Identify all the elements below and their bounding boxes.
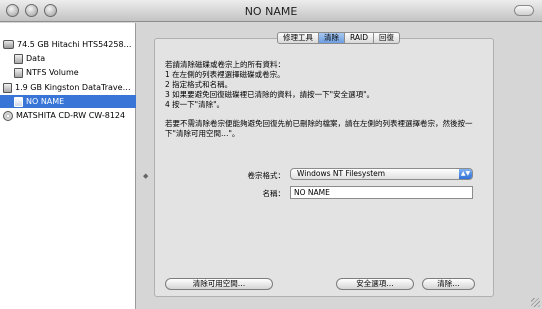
hard-disk-icon xyxy=(3,40,14,49)
sidebar-item-cd-drive[interactable]: MATSHITA CD-RW CW-8124 xyxy=(0,109,136,122)
volume-icon xyxy=(14,67,23,78)
format-select-value: Windows NT Filesystem xyxy=(297,169,386,178)
sidebar-item-label: Data xyxy=(26,54,46,63)
resize-grip[interactable] xyxy=(531,298,540,307)
tab-bar: 修理工具 清除 RAID 回復 xyxy=(277,32,401,44)
security-options-button[interactable]: 安全選項… xyxy=(336,278,414,290)
erase-instructions: 若請清除磁碟或卷宗上的所有資料： 1 在左側的列表裡選擇磁碟或卷宗。 2 指定格… xyxy=(165,60,375,109)
tab-first-aid[interactable]: 修理工具 xyxy=(278,33,319,43)
sidebar-item-label: NO NAME xyxy=(26,97,65,106)
name-label: 名稱： xyxy=(262,189,286,198)
volume-icon xyxy=(14,96,23,107)
sidebar-item-label: NTFS Volume xyxy=(26,68,79,77)
sidebar-item-label: MATSHITA CD-RW CW-8124 xyxy=(16,111,126,120)
sidebar-item-kingston-drive[interactable]: 1.9 GB Kingston DataTrave… xyxy=(0,81,136,94)
tab-restore[interactable]: 回復 xyxy=(374,33,399,43)
erase-free-space-button[interactable]: 清除可用空間… xyxy=(165,278,273,290)
toolbar-toggle-button[interactable] xyxy=(514,5,534,16)
erase-free-space-note: 若要不需清除卷宗便能夠避免回復先前已刪除的檔案，請在左側的列表裡選擇卷宗，然後按… xyxy=(165,119,473,138)
optical-drive-icon xyxy=(3,110,13,121)
format-label: 卷宗格式： xyxy=(247,171,286,180)
sidebar-item-no-name-volume[interactable]: NO NAME xyxy=(0,95,136,108)
title-bar: NO NAME xyxy=(0,0,542,22)
usb-drive-icon xyxy=(3,82,12,93)
erase-button[interactable]: 清除… xyxy=(422,278,475,290)
window-title: NO NAME xyxy=(244,5,298,18)
disk-list-sidebar: 74.5 GB Hitachi HTS54258… Data NTFS Volu… xyxy=(0,23,136,309)
format-select[interactable]: Windows NT Filesystem ▲▼ xyxy=(290,168,473,180)
sidebar-item-label: 74.5 GB Hitachi HTS54258… xyxy=(17,40,132,49)
tab-raid[interactable]: RAID xyxy=(345,33,375,43)
sidebar-item-hitachi-disk[interactable]: 74.5 GB Hitachi HTS54258… xyxy=(0,38,136,51)
sidebar-item-data-volume[interactable]: Data xyxy=(0,52,136,65)
sidebar-item-label: 1.9 GB Kingston DataTrave… xyxy=(15,83,131,92)
splitter-handle[interactable]: ◆ xyxy=(143,172,148,180)
sidebar-item-ntfs-volume[interactable]: NTFS Volume xyxy=(0,66,136,79)
select-arrows-icon: ▲▼ xyxy=(459,169,472,179)
tab-erase[interactable]: 清除 xyxy=(319,33,345,43)
name-field[interactable]: NO NAME xyxy=(290,186,473,199)
volume-icon xyxy=(14,53,23,64)
